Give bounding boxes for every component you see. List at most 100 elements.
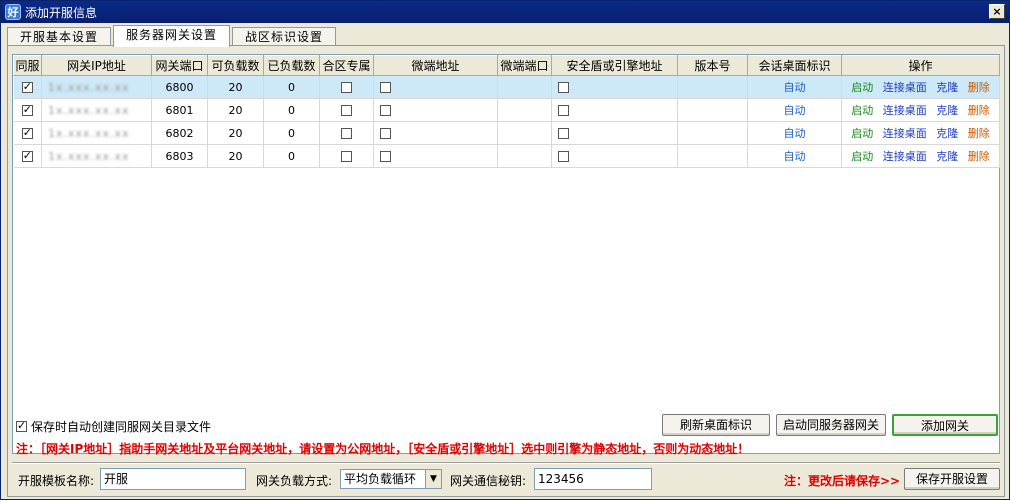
chevron-down-icon[interactable]: ▼ — [425, 470, 441, 488]
template-name-label: 开服模板名称: — [18, 474, 95, 488]
version — [677, 121, 748, 145]
merge-exclusive-checkbox[interactable] — [341, 151, 352, 162]
col-header[interactable]: 操作 — [841, 55, 1000, 76]
loaded: 0 — [263, 144, 320, 168]
table-row[interactable]: 1x.xxx.xx.xx 6802 20 0 自动 启动 连接桌面 — [13, 121, 1000, 145]
close-button[interactable]: × — [989, 4, 1005, 19]
connect-desktop-link[interactable]: 连接桌面 — [883, 81, 927, 94]
start-link[interactable]: 启动 — [851, 127, 873, 140]
col-header[interactable]: 微端端口 — [497, 55, 552, 76]
gateway-ip: 1x.xxx.xx.xx — [48, 103, 130, 117]
gateway-port: 6800 — [151, 75, 208, 99]
divider — [12, 462, 1000, 464]
version — [677, 98, 748, 122]
app-icon: 好 — [5, 4, 21, 20]
col-header[interactable]: 网关IP地址 — [41, 55, 152, 76]
start-same-gateway-button[interactable]: 启动同服务器网关 — [776, 414, 886, 436]
col-header[interactable]: 会话桌面标识 — [747, 55, 842, 76]
gateway-port: 6801 — [151, 98, 208, 122]
connect-desktop-link[interactable]: 连接桌面 — [883, 104, 927, 117]
secret-key-label: 网关通信秘钥: — [450, 474, 527, 488]
connect-desktop-link[interactable]: 连接桌面 — [883, 150, 927, 163]
table-row[interactable]: 1x.xxx.xx.xx 6801 20 0 自动 启动 连接桌面 — [13, 98, 1000, 122]
table-header-row: 同服 网关IP地址 网关端口 可负载数 已负载数 合区专属 微端地址 微端端口 … — [13, 55, 1000, 76]
table-row[interactable]: 1x.xxx.xx.xx 6800 20 0 自动 启动 连接桌面 — [13, 75, 1000, 99]
save-settings-button[interactable]: 保存开服设置 — [904, 468, 1000, 490]
col-header[interactable]: 同服 — [13, 55, 42, 76]
col-header[interactable]: 已负载数 — [263, 55, 320, 76]
tab-gateway-settings[interactable]: 服务器网关设置 — [113, 25, 231, 47]
auto-create-checkbox[interactable] — [16, 419, 27, 432]
clone-link[interactable]: 克隆 — [936, 150, 958, 163]
load-mode-select[interactable]: 平均负载循环 ▼ — [340, 469, 442, 489]
clone-link[interactable]: 克隆 — [936, 104, 958, 117]
tab-zone-settings[interactable]: 战区标识设置 — [232, 27, 337, 47]
col-header[interactable]: 可负载数 — [207, 55, 264, 76]
delete-link[interactable]: 删除 — [968, 127, 990, 140]
loaded: 0 — [263, 98, 320, 122]
merge-exclusive-checkbox[interactable] — [341, 105, 352, 116]
shield-engine-checkbox[interactable] — [558, 151, 569, 162]
merge-exclusive-checkbox[interactable] — [341, 82, 352, 93]
same-server-checkbox[interactable] — [21, 103, 33, 116]
notice-text: 注：［网关IP地址］指助手网关地址及平台网关地址，请设置为公网地址，［安全盾或引… — [16, 442, 750, 456]
merge-exclusive-checkbox[interactable] — [341, 128, 352, 139]
micro-address-checkbox[interactable] — [380, 128, 391, 139]
start-link[interactable]: 启动 — [851, 150, 873, 163]
shield-engine-checkbox[interactable] — [558, 105, 569, 116]
capacity: 20 — [207, 75, 264, 99]
load-mode-value: 平均负载循环 — [344, 472, 417, 486]
capacity: 20 — [207, 144, 264, 168]
same-server-checkbox[interactable] — [21, 80, 33, 93]
refresh-desktop-button[interactable]: 刷新桌面标识 — [662, 414, 770, 436]
delete-link[interactable]: 删除 — [968, 104, 990, 117]
shield-engine-checkbox[interactable] — [558, 128, 569, 139]
col-header[interactable]: 版本号 — [677, 55, 748, 76]
delete-link[interactable]: 删除 — [968, 81, 990, 94]
desktop-id-link[interactable]: 自动 — [784, 150, 806, 163]
micro-port — [497, 121, 552, 145]
delete-link[interactable]: 删除 — [968, 150, 990, 163]
micro-port — [497, 75, 552, 99]
micro-address-checkbox[interactable] — [380, 105, 391, 116]
clone-link[interactable]: 克隆 — [936, 81, 958, 94]
gateway-table: 同服 网关IP地址 网关端口 可负载数 已负载数 合区专属 微端地址 微端端口 … — [13, 55, 1000, 168]
desktop-id-link[interactable]: 自动 — [784, 127, 806, 140]
tab-basic-settings[interactable]: 开服基本设置 — [7, 27, 112, 47]
add-gateway-button[interactable]: 添加网关 — [892, 414, 998, 436]
col-header[interactable]: 微端地址 — [373, 55, 498, 76]
loaded: 0 — [263, 75, 320, 99]
col-header[interactable]: 安全盾或引擎地址 — [551, 55, 678, 76]
start-link[interactable]: 启动 — [851, 81, 873, 94]
micro-address-checkbox[interactable] — [380, 151, 391, 162]
load-mode-label: 网关负载方式: — [256, 474, 333, 488]
shield-engine-checkbox[interactable] — [558, 82, 569, 93]
col-header[interactable]: 网关端口 — [151, 55, 208, 76]
tab-panel: 同服 网关IP地址 网关端口 可负载数 已负载数 合区专属 微端地址 微端端口 … — [7, 45, 1005, 497]
gateway-port: 6803 — [151, 144, 208, 168]
title-bar: 好 添加开服信息 × — [1, 1, 1009, 23]
start-link[interactable]: 启动 — [851, 104, 873, 117]
auto-create-option[interactable]: 保存时自动创建同服网关目录文件 — [16, 418, 211, 435]
auto-create-label: 保存时自动创建同服网关目录文件 — [31, 420, 212, 434]
clone-link[interactable]: 克隆 — [936, 127, 958, 140]
col-header[interactable]: 合区专属 — [319, 55, 374, 76]
version — [677, 144, 748, 168]
form-row: 开服模板名称: 开服 网关负载方式: 平均负载循环 ▼ 网关通信秘钥: 1234… — [16, 468, 1000, 492]
options-row: 保存时自动创建同服网关目录文件 刷新桌面标识 启动同服务器网关 添加网关 — [12, 412, 1000, 436]
secret-key-input[interactable]: 123456 — [534, 468, 652, 490]
desktop-id-link[interactable]: 自动 — [784, 81, 806, 94]
gateway-ip: 1x.xxx.xx.xx — [48, 80, 130, 94]
window-title: 添加开服信息 — [25, 5, 98, 20]
same-server-checkbox[interactable] — [21, 126, 33, 139]
gateway-ip: 1x.xxx.xx.xx — [48, 126, 130, 140]
template-name-input[interactable]: 开服 — [100, 468, 246, 490]
connect-desktop-link[interactable]: 连接桌面 — [883, 127, 927, 140]
same-server-checkbox[interactable] — [21, 149, 33, 162]
table-row[interactable]: 1x.xxx.xx.xx 6803 20 0 自动 启动 连接桌面 — [13, 144, 1000, 168]
loaded: 0 — [263, 121, 320, 145]
desktop-id-link[interactable]: 自动 — [784, 104, 806, 117]
micro-address-checkbox[interactable] — [380, 82, 391, 93]
version — [677, 75, 748, 99]
tab-strip: 开服基本设置 服务器网关设置 战区标识设置 — [7, 25, 338, 47]
